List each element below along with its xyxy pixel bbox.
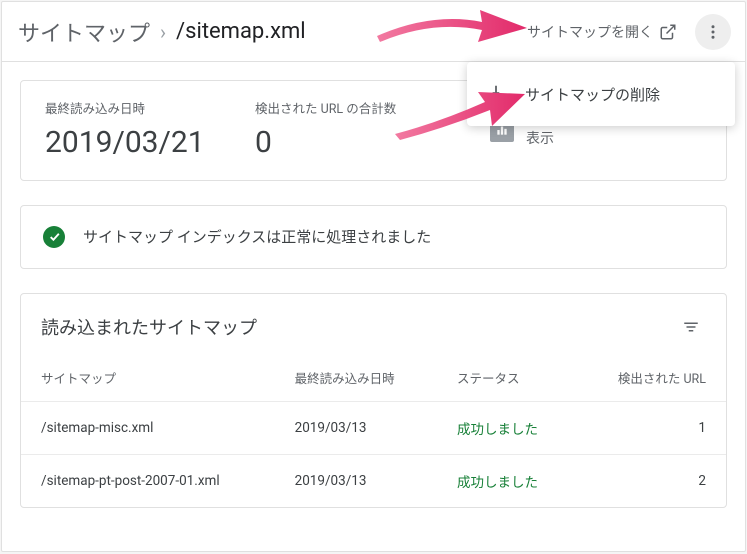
open-in-new-icon — [659, 23, 677, 41]
more-menu: サイトマップの削除 — [467, 62, 735, 126]
open-sitemap-button[interactable]: サイトマップを開く — [519, 16, 685, 48]
loaded-sitemaps-card: 読み込まれたサイトマップ サイトマップ 最終読み込み日時 ステータス 検出された… — [20, 293, 727, 508]
checkmark-circle-icon — [43, 226, 65, 248]
cell-status: 成功しました — [437, 401, 577, 454]
download-icon — [485, 83, 507, 105]
breadcrumb-current: /sitemap.xml — [176, 19, 306, 44]
col-sitemap[interactable]: サイトマップ — [21, 354, 275, 402]
table-row[interactable]: /sitemap-misc.xml2019/03/13成功しました1 — [21, 401, 726, 454]
table-row[interactable]: /sitemap-pt-post-2007-01.xml2019/03/13成功… — [21, 454, 726, 507]
filter-button[interactable] — [676, 312, 706, 342]
stat-url-count-label: 検出された URL の合計数 — [255, 101, 445, 119]
more-menu-button[interactable] — [695, 14, 731, 50]
delete-sitemap-label: サイトマップの削除 — [525, 84, 660, 105]
more-vert-icon — [704, 23, 722, 41]
col-status[interactable]: ステータス — [437, 354, 577, 402]
cell-last-read: 2019/03/13 — [275, 454, 437, 507]
cell-urls: 2 — [577, 454, 726, 507]
cell-last-read: 2019/03/13 — [275, 401, 437, 454]
col-urls[interactable]: 検出された URL — [577, 354, 726, 402]
stat-last-read-value: 2019/03/21 — [45, 125, 255, 160]
open-sitemap-label: サイトマップを開く — [527, 22, 653, 42]
stat-last-read: 最終読み込み日時 2019/03/21 — [45, 101, 255, 160]
filter-list-icon — [682, 318, 700, 336]
cell-status: 成功しました — [437, 454, 577, 507]
chevron-right-icon: › — [160, 20, 166, 44]
breadcrumb: サイトマップ › /sitemap.xml — [18, 16, 519, 48]
cell-urls: 1 — [577, 401, 726, 454]
header: サイトマップ › /sitemap.xml サイトマップを開く — [2, 2, 745, 62]
breadcrumb-root[interactable]: サイトマップ — [18, 16, 150, 48]
col-last-read[interactable]: 最終読み込み日時 — [275, 354, 437, 402]
table-header: 読み込まれたサイトマップ — [21, 294, 726, 354]
delete-sitemap-menu-item[interactable]: サイトマップの削除 — [467, 70, 735, 118]
stat-last-read-label: 最終読み込み日時 — [45, 101, 255, 119]
table-title: 読み込まれたサイトマップ — [41, 314, 257, 340]
cell-sitemap: /sitemap-misc.xml — [21, 401, 275, 454]
status-card: サイトマップ インデックスは正常に処理されました — [20, 205, 727, 269]
sitemaps-table: サイトマップ 最終読み込み日時 ステータス 検出された URL /sitemap… — [21, 354, 726, 507]
stat-url-count-value: 0 — [255, 125, 445, 160]
cell-sitemap: /sitemap-pt-post-2007-01.xml — [21, 454, 275, 507]
status-message: サイトマップ インデックスは正常に処理されました — [83, 226, 431, 247]
stat-url-count: 検出された URL の合計数 0 — [255, 101, 445, 160]
